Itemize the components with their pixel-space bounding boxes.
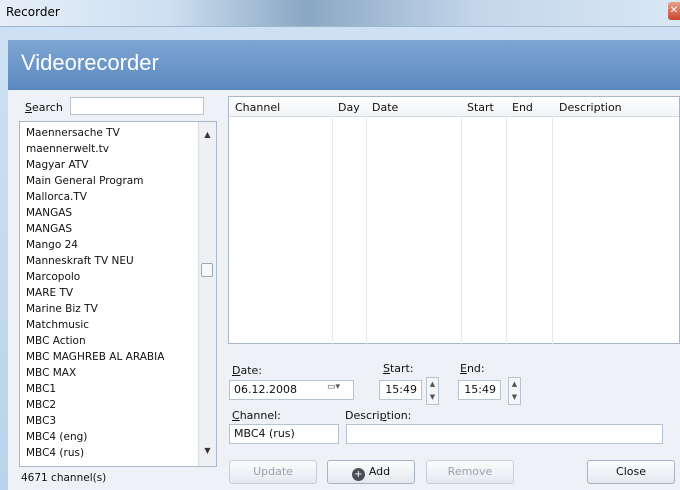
list-item[interactable]: MBC Action bbox=[26, 335, 86, 347]
close-button[interactable]: Close bbox=[587, 460, 675, 484]
channel-label: Channel: bbox=[232, 409, 281, 422]
list-item[interactable]: Mango 24 bbox=[26, 239, 78, 251]
end-time-field[interactable]: 15:49 bbox=[458, 380, 501, 400]
stepper-up-icon[interactable]: ▲ bbox=[427, 378, 438, 391]
scroll-up-icon[interactable]: ▲ bbox=[199, 128, 216, 142]
end-time-value: 15:49 bbox=[464, 383, 496, 396]
column-divider bbox=[461, 116, 462, 344]
column-divider bbox=[332, 116, 333, 344]
list-item[interactable]: MBC3 bbox=[26, 415, 56, 427]
add-button[interactable]: + Add bbox=[327, 460, 415, 484]
list-item[interactable]: Marine Biz TV bbox=[26, 303, 98, 315]
plus-circle-icon: + bbox=[351, 468, 365, 481]
recordings-table[interactable]: Channel Day Date Start End Description bbox=[228, 96, 680, 344]
list-item[interactable]: Main General Program bbox=[26, 175, 143, 187]
date-label: Date: bbox=[232, 364, 263, 377]
window-title: Recorder bbox=[6, 5, 60, 19]
column-header-date[interactable]: Date bbox=[372, 101, 398, 114]
scroll-thumb[interactable] bbox=[201, 263, 213, 277]
channel-field[interactable]: MBC4 (rus) bbox=[229, 424, 339, 444]
window-titlebar: Recorder ✕ bbox=[0, 0, 680, 27]
list-item[interactable]: Manneskraft TV NEU bbox=[26, 255, 134, 267]
table-header: Channel Day Date Start End Description bbox=[229, 97, 679, 117]
channel-list-scrollbar[interactable]: ▲ ▼ bbox=[198, 122, 216, 466]
calendar-dropdown-icon[interactable]: ▭▾ bbox=[327, 382, 353, 396]
list-item[interactable]: Maennersache TV bbox=[26, 127, 120, 139]
update-button[interactable]: Update bbox=[229, 460, 317, 484]
column-header-start[interactable]: Start bbox=[467, 101, 494, 114]
list-item[interactable]: Marcopolo bbox=[26, 271, 80, 283]
search-input[interactable] bbox=[70, 97, 204, 115]
end-label: End: bbox=[460, 362, 485, 375]
start-time-field[interactable]: 15:49 bbox=[379, 380, 422, 400]
column-header-day[interactable]: Day bbox=[338, 101, 360, 114]
list-item[interactable]: MBC1 bbox=[26, 383, 56, 395]
list-item[interactable]: MARE TV bbox=[26, 287, 73, 299]
stepper-down-icon[interactable]: ▼ bbox=[509, 391, 520, 404]
list-item[interactable]: MANGAS bbox=[26, 207, 72, 219]
start-time-value: 15:49 bbox=[385, 383, 417, 396]
search-label: Search bbox=[25, 101, 63, 114]
close-icon[interactable]: ✕ bbox=[668, 2, 680, 20]
column-header-end[interactable]: End bbox=[512, 101, 533, 114]
scroll-down-icon[interactable]: ▼ bbox=[199, 444, 216, 458]
list-item[interactable]: MBC MAGHREB AL ARABIA bbox=[26, 351, 164, 363]
list-item[interactable]: maennerwelt.tv bbox=[26, 143, 109, 155]
app-banner: Videorecorder bbox=[8, 40, 680, 90]
start-time-stepper[interactable]: ▲ ▼ bbox=[426, 377, 439, 405]
date-value: 06.12.2008 bbox=[234, 383, 297, 396]
channel-value: MBC4 (rus) bbox=[234, 427, 295, 440]
description-label: Description: bbox=[345, 409, 412, 422]
list-item[interactable]: Mallorca.TV bbox=[26, 191, 87, 203]
list-item[interactable]: MBC4 (eng) bbox=[26, 431, 87, 443]
list-item[interactable]: Matchmusic bbox=[26, 319, 89, 331]
list-item[interactable]: MBC MAX bbox=[26, 367, 76, 379]
channel-list[interactable]: Maennersache TV maennerwelt.tv Magyar ATV M… bbox=[19, 121, 217, 467]
column-header-channel[interactable]: Channel bbox=[235, 101, 280, 114]
description-field[interactable] bbox=[346, 424, 663, 444]
start-label: Start: bbox=[383, 362, 414, 375]
remove-button[interactable]: Remove bbox=[426, 460, 514, 484]
page-title: Videorecorder bbox=[21, 50, 159, 75]
stepper-up-icon[interactable]: ▲ bbox=[509, 378, 520, 391]
list-item[interactable]: MBC4 (rus) bbox=[26, 447, 84, 459]
list-item[interactable]: Magyar ATV bbox=[26, 159, 88, 171]
column-header-description[interactable]: Description bbox=[559, 101, 622, 114]
list-item[interactable]: MBC2 bbox=[26, 399, 56, 411]
stepper-down-icon[interactable]: ▼ bbox=[427, 391, 438, 404]
list-item[interactable]: MANGAS bbox=[26, 223, 72, 235]
column-divider bbox=[506, 116, 507, 344]
end-time-stepper[interactable]: ▲ ▼ bbox=[508, 377, 521, 405]
add-button-label: Add bbox=[368, 465, 391, 478]
column-divider bbox=[552, 116, 553, 344]
channel-count: 4671 channel(s) bbox=[21, 472, 107, 484]
column-divider bbox=[366, 116, 367, 344]
